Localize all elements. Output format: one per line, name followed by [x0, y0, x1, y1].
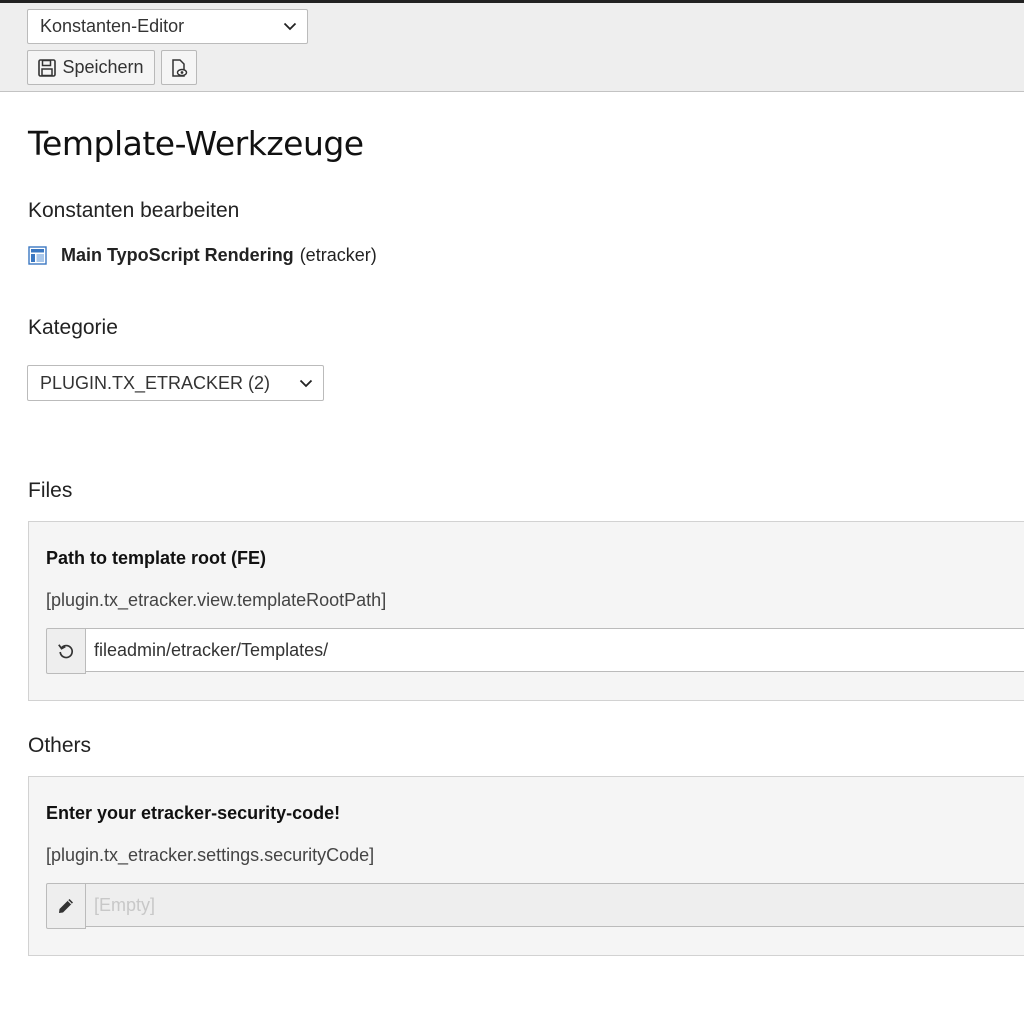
constant-key: [plugin.tx_etracker.view.templateRootPat…: [46, 590, 387, 610]
reset-icon: [57, 642, 75, 660]
module-select-value: Konstanten-Editor: [40, 16, 185, 36]
template-identifier: (etracker): [299, 244, 377, 265]
others-heading: Others: [28, 734, 92, 757]
pencil-icon: [57, 897, 75, 915]
security-code-group: [46, 883, 1024, 929]
template-icon: [28, 245, 47, 265]
category-select[interactable]: PLUGIN.TX_ETRACKER (2): [27, 365, 324, 401]
template-root-path-input[interactable]: [86, 628, 1024, 672]
save-button[interactable]: Speichern: [27, 50, 155, 85]
constant-label: Enter your etracker-security-code!: [46, 803, 341, 823]
save-icon: [38, 58, 57, 77]
template-root-path-group: [46, 628, 1024, 674]
template-record: Main TypoScript Rendering (etracker): [28, 244, 377, 266]
save-button-label: Speichern: [62, 57, 144, 77]
chevron-down-icon: [283, 10, 297, 43]
files-panel: Path to template root (FE) [plugin.tx_et…: [28, 521, 1024, 701]
others-panel: Enter your etracker-security-code! [plug…: [28, 776, 1024, 956]
page-subtitle: Konstanten bearbeiten: [28, 199, 240, 222]
reset-button[interactable]: [46, 628, 86, 674]
document-view-icon: [169, 58, 189, 78]
files-heading: Files: [28, 479, 73, 502]
docheader: Konstanten-Editor Speichern: [0, 3, 1024, 92]
category-heading: Kategorie: [28, 316, 118, 339]
edit-button[interactable]: [46, 883, 86, 929]
chevron-down-icon: [299, 366, 313, 400]
constant-key: [plugin.tx_etracker.settings.securityCod…: [46, 845, 375, 865]
security-code-input[interactable]: [86, 883, 1024, 927]
category-select-value: PLUGIN.TX_ETRACKER (2): [40, 373, 271, 393]
template-name: Main TypoScript Rendering: [61, 244, 294, 265]
module-select[interactable]: Konstanten-Editor: [27, 9, 308, 44]
constant-label: Path to template root (FE): [46, 548, 266, 568]
page-title: Template-Werkzeuge: [28, 124, 364, 163]
view-page-button[interactable]: [161, 50, 197, 85]
